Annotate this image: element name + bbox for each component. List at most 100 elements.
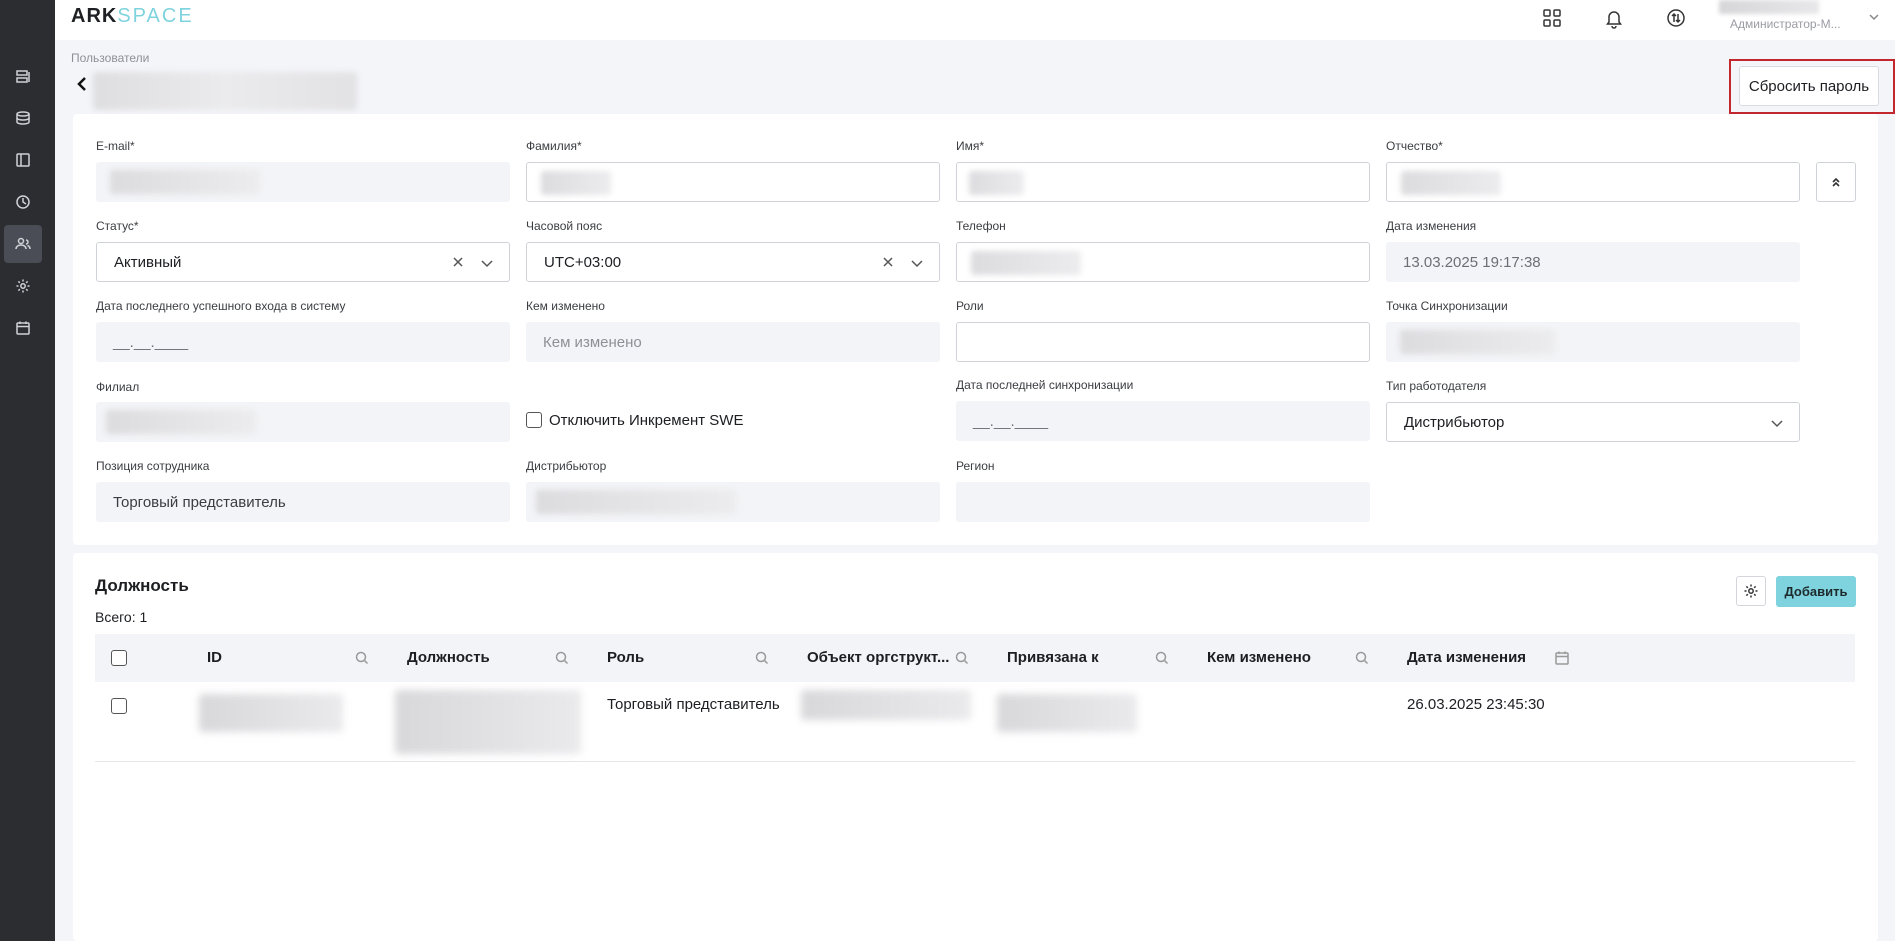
sidebar-item-calendar[interactable]: [4, 309, 42, 347]
modified-date-value: 13.03.2025 19:17:38: [1403, 253, 1541, 271]
row-modified-date: 26.03.2025 23:45:30: [1407, 696, 1545, 713]
chevron-down-icon[interactable]: [1769, 415, 1785, 431]
apps-grid-icon: [1543, 9, 1561, 27]
column-org-object[interactable]: Объект оргструкт...: [807, 649, 949, 666]
last-sync-field: __.__.____: [956, 401, 1370, 441]
search-icon[interactable]: [754, 650, 770, 666]
reset-password-button[interactable]: Сбросить пароль: [1739, 66, 1879, 106]
chevron-down-icon[interactable]: [909, 255, 925, 271]
top-bar: ARKSPACE Администратор-М...: [55, 0, 1895, 40]
clock-icon: [16, 195, 30, 209]
column-role[interactable]: Роль: [607, 649, 644, 666]
user-name-redacted: [1719, 0, 1819, 14]
modified-date-label: Дата изменения: [1386, 219, 1477, 233]
column-id[interactable]: ID: [207, 649, 222, 666]
user-menu-toggle[interactable]: [1867, 10, 1881, 24]
clear-icon[interactable]: [451, 255, 465, 269]
app-logo[interactable]: ARKSPACE: [71, 5, 194, 28]
sidebar-item-panel[interactable]: [4, 141, 42, 179]
first-name-label: Имя*: [956, 139, 985, 153]
sync-icon: [1667, 9, 1685, 27]
positions-total: Всего: 1: [95, 609, 148, 625]
roles-field[interactable]: [956, 322, 1370, 362]
add-position-button[interactable]: Добавить: [1776, 576, 1856, 607]
row-checkbox[interactable]: [111, 698, 127, 714]
user-role[interactable]: Администратор-М...: [1730, 17, 1841, 31]
employer-type-select[interactable]: Дистрибьютор: [1386, 402, 1800, 442]
disable-increment-label[interactable]: Отключить Инкремент SWE: [549, 412, 743, 429]
column-linked-to[interactable]: Привязана к: [1007, 649, 1099, 666]
sidebar: [0, 0, 55, 941]
disable-increment-checkbox[interactable]: [526, 412, 542, 428]
notifications-button[interactable]: [1600, 4, 1628, 32]
distributor-label: Дистрибьютор: [526, 459, 607, 473]
positions-title: Должность: [95, 576, 189, 595]
email-field: [96, 162, 510, 202]
sidebar-item-database[interactable]: [4, 99, 42, 137]
page-title-redacted: [93, 72, 357, 110]
search-icon[interactable]: [1354, 650, 1370, 666]
sidebar-item-settings[interactable]: [4, 267, 42, 305]
search-icon[interactable]: [954, 650, 970, 666]
roles-label: Роли: [956, 299, 984, 313]
list-icon: [16, 70, 30, 83]
email-label: E-mail*: [96, 139, 135, 153]
middle-name-field[interactable]: [1386, 162, 1800, 202]
chevrons-up-icon: [1832, 177, 1840, 187]
last-sync-value: __.__.____: [973, 412, 1049, 430]
row-role: Торговый представитель: [607, 696, 780, 713]
timezone-select[interactable]: UTC+03:00: [526, 242, 940, 282]
search-icon[interactable]: [354, 650, 370, 666]
table-settings-button[interactable]: [1736, 576, 1766, 606]
last-sync-label: Дата последней синхронизации: [956, 378, 1134, 392]
position-value: Торговый представитель: [113, 493, 286, 511]
sidebar-item-history[interactable]: [4, 183, 42, 221]
first-name-field[interactable]: [956, 162, 1370, 202]
region-label: Регион: [956, 459, 995, 473]
chevron-down-icon: [1869, 14, 1879, 21]
sync-point-field: [1386, 322, 1800, 362]
modified-by-label: Кем изменено: [526, 299, 605, 313]
sync-button[interactable]: [1662, 4, 1690, 32]
sidebar-item-users[interactable]: [4, 225, 42, 263]
modified-date-field: 13.03.2025 19:17:38: [1386, 242, 1800, 282]
column-modified-by[interactable]: Кем изменено: [1207, 649, 1311, 666]
clear-icon[interactable]: [881, 255, 895, 269]
gear-icon: [16, 279, 30, 293]
phone-label: Телефон: [956, 219, 1006, 233]
breadcrumb[interactable]: Пользователи: [71, 51, 149, 65]
apps-grid-button[interactable]: [1538, 4, 1566, 32]
chevron-down-icon[interactable]: [479, 255, 495, 271]
phone-field[interactable]: [956, 242, 1370, 282]
sidebar-item-list[interactable]: [4, 58, 42, 96]
calendar-icon: [16, 321, 30, 335]
search-icon[interactable]: [554, 650, 570, 666]
position-label: Позиция сотрудника: [96, 459, 210, 473]
column-modified-date[interactable]: Дата изменения: [1407, 649, 1526, 666]
modified-by-placeholder: Кем изменено: [543, 333, 642, 351]
search-icon[interactable]: [1154, 650, 1170, 666]
region-field: [956, 482, 1370, 522]
branch-label: Филиал: [96, 380, 140, 394]
distributor-field: [526, 482, 940, 522]
timezone-label: Часовой пояс: [526, 219, 603, 233]
middle-name-label: Отчество*: [1386, 139, 1443, 153]
table-row[interactable]: Торговый представитель 26.03.2025 23:45:…: [95, 682, 1855, 762]
last-name-field[interactable]: [526, 162, 940, 202]
status-select[interactable]: Активный: [96, 242, 510, 282]
sync-point-label: Точка Синхронизации: [1386, 299, 1508, 313]
back-button[interactable]: [75, 75, 91, 93]
status-value: Активный: [114, 253, 182, 271]
modified-by-field: Кем изменено: [526, 322, 940, 362]
last-login-field: __.__.____: [96, 322, 510, 362]
last-name-label: Фамилия*: [526, 139, 582, 153]
select-all-checkbox[interactable]: [111, 650, 127, 666]
last-login-label: Дата последнего успешного входа в систем…: [96, 299, 346, 313]
employer-type-value: Дистрибьютор: [1404, 413, 1505, 431]
collapse-form-button[interactable]: [1816, 162, 1856, 202]
position-redacted: [395, 690, 581, 754]
last-login-value: __.__.____: [113, 333, 189, 351]
employer-type-label: Тип работодателя: [1386, 379, 1487, 393]
calendar-icon[interactable]: [1554, 650, 1570, 666]
column-position[interactable]: Должность: [407, 649, 490, 666]
